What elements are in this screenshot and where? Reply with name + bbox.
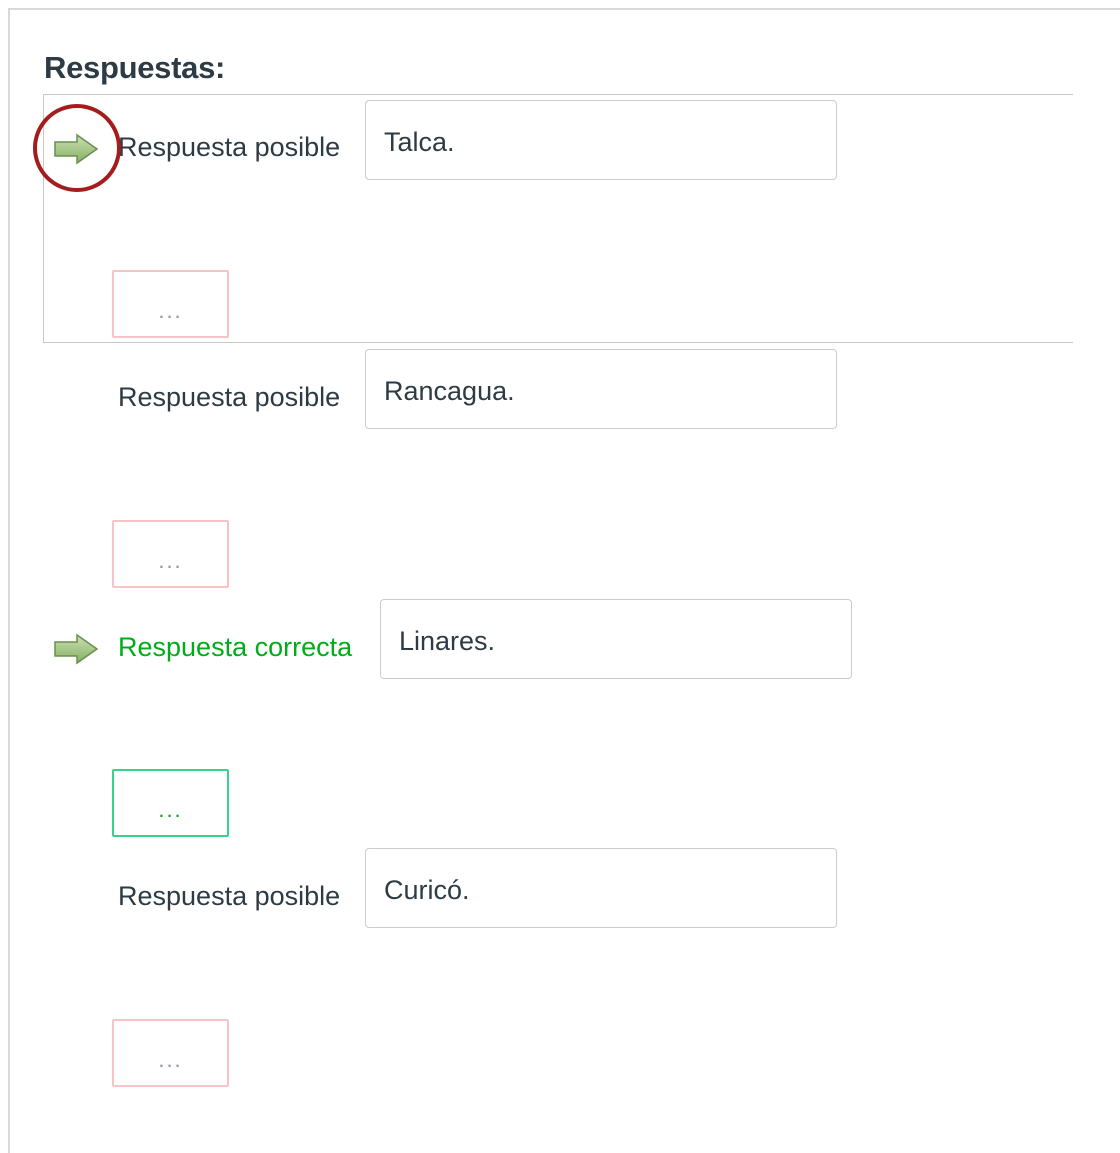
answer-label-correct: Respuesta correcta xyxy=(118,632,353,662)
answer-input[interactable]: Curicó. xyxy=(365,848,837,928)
answer-comment-button[interactable]: ... xyxy=(112,1019,229,1087)
highlight-circle xyxy=(33,104,121,192)
answer-input[interactable]: Talca. xyxy=(365,100,837,180)
answer-input[interactable]: Rancagua. xyxy=(365,349,837,429)
answer-comment-button[interactable]: ... xyxy=(112,520,229,588)
answer-comment-button[interactable]: ... xyxy=(112,270,229,338)
answer-comment-button[interactable]: ... xyxy=(112,769,229,837)
right-arrow-icon[interactable] xyxy=(53,633,99,665)
answer-label: Respuesta posible xyxy=(118,132,341,162)
answer-label: Respuesta posible xyxy=(118,881,341,911)
answer-label: Respuesta posible xyxy=(118,382,341,412)
answer-input[interactable]: Linares. xyxy=(380,599,852,679)
answers-heading: Respuestas: xyxy=(44,50,226,85)
